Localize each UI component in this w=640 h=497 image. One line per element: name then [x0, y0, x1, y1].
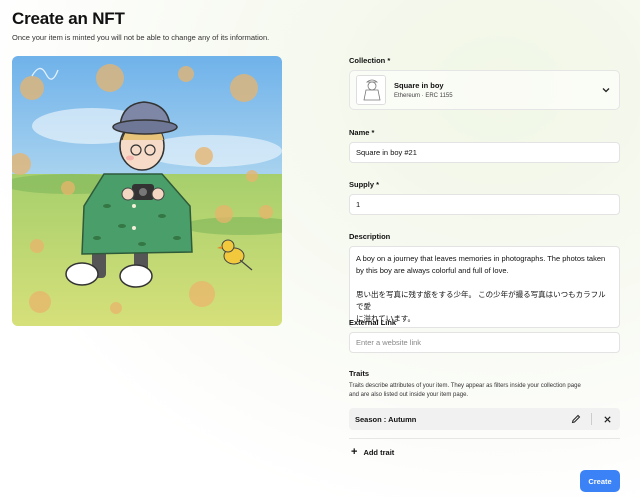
traits-label: Traits: [349, 369, 370, 378]
description-line: 思い出を写真に残す旅をする少年。 この少年が撮る写真はいつもカラフルで愛: [356, 290, 606, 311]
description-textarea[interactable]: A boy on a journey that leaves memories …: [349, 246, 620, 328]
traits-divider: [349, 438, 620, 439]
collection-meta: Ethereum · ERC 1155: [394, 93, 453, 99]
description-label: Description: [349, 232, 391, 241]
chevron-down-icon: [602, 88, 610, 93]
page-title: Create an NFT: [12, 9, 125, 28]
traits-help-text: Traits describe attributes of your item.…: [349, 382, 620, 400]
collection-select[interactable]: Square in boy Ethereum · ERC 1155: [349, 70, 620, 110]
trait-text: Season : Autumn: [355, 414, 417, 424]
supply-label: Supply *: [349, 180, 380, 189]
nft-artwork-preview: [12, 56, 282, 326]
page-subtitle: Once your item is minted you will not be…: [12, 33, 270, 42]
plus-icon: +: [351, 446, 358, 458]
name-label: Name *: [349, 128, 375, 137]
remove-trait-button[interactable]: [600, 412, 614, 426]
close-icon: [603, 415, 611, 423]
artwork-illustration: [12, 56, 282, 326]
traits-help-line: and are also listed out inside your item…: [349, 392, 469, 398]
collection-name: Square in boy: [394, 81, 444, 90]
collection-thumbnail: [356, 75, 386, 105]
add-trait-button[interactable]: + Add trait: [351, 446, 394, 458]
collection-label: Collection *: [349, 56, 391, 65]
traits-help-line: Traits describe attributes of your item.…: [349, 383, 581, 389]
supply-input[interactable]: 1: [349, 194, 620, 215]
edit-trait-button[interactable]: [569, 412, 583, 426]
external-link-label: External Link: [349, 318, 397, 327]
pencil-icon: [571, 414, 581, 424]
create-button[interactable]: Create: [580, 470, 620, 492]
description-line: A boy on a journey that leaves memories …: [356, 254, 606, 263]
external-link-input[interactable]: Enter a website link: [349, 332, 620, 353]
add-trait-label: Add trait: [363, 447, 395, 457]
trait-item: Season : Autumn: [349, 408, 620, 430]
name-input[interactable]: Square in boy #21: [349, 142, 620, 163]
description-line: by this boy are always colorful and full…: [356, 266, 509, 275]
